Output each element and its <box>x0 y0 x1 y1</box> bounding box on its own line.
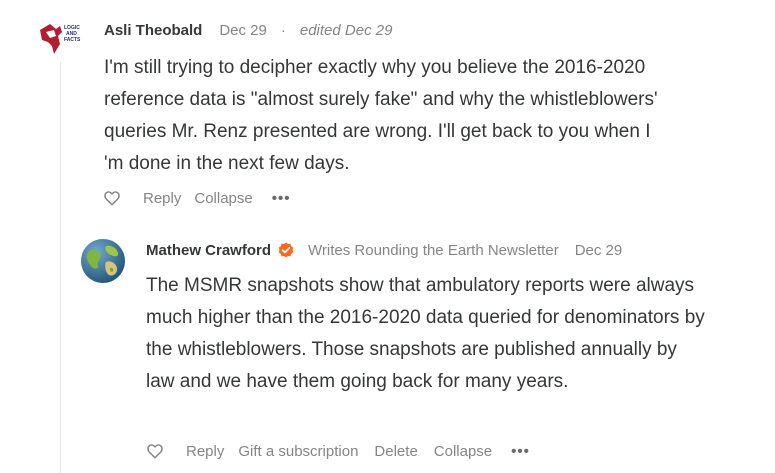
collapse-button[interactable]: Collapse <box>434 443 492 460</box>
more-options-icon[interactable]: ••• <box>272 190 291 207</box>
gift-subscription-button[interactable]: Gift a subscription <box>238 443 358 460</box>
comment-actions: Reply Collapse ••• <box>103 186 291 210</box>
comment-header: Mathew Crawford Writes Rounding the Eart… <box>146 238 622 262</box>
comment-text: The MSMR snapshots show that ambulatory … <box>146 275 705 392</box>
delete-button[interactable]: Delete <box>374 443 417 460</box>
comment-actions: Reply Gift a subscription Delete Collaps… <box>146 439 530 463</box>
comment-date[interactable]: Dec 29 <box>219 22 267 39</box>
collapse-button[interactable]: Collapse <box>194 190 252 207</box>
svg-text:FACTS: FACTS <box>64 37 81 43</box>
publication-subtitle[interactable]: Writes Rounding the Earth Newsletter <box>308 242 559 259</box>
avatar[interactable] <box>80 238 126 284</box>
reply-button[interactable]: Reply <box>143 190 181 207</box>
earth-globe-icon <box>81 239 125 283</box>
edited-label: edited Dec 29 <box>299 21 393 39</box>
like-heart-icon[interactable] <box>103 189 121 207</box>
comment-header: Asli Theobald Dec 29 · edited Dec 29 <box>104 18 392 42</box>
logic-and-facts-logo-icon: LOGIC AND FACTS <box>40 24 81 54</box>
avatar[interactable]: LOGIC AND FACTS <box>38 20 84 58</box>
author-name[interactable]: Asli Theobald <box>104 22 202 39</box>
comment-date[interactable]: Dec 29 <box>575 242 623 259</box>
comment-body: I'm still trying to decipher exactly why… <box>104 52 664 180</box>
meta-separator: · <box>280 21 286 39</box>
comment-body: The MSMR snapshots show that ambulatory … <box>146 270 706 398</box>
more-options-icon[interactable]: ••• <box>511 443 530 460</box>
comment-text: I'm still trying to decipher exactly why… <box>104 57 658 174</box>
verified-badge-icon <box>278 242 294 258</box>
thread-line <box>60 62 61 473</box>
author-name[interactable]: Mathew Crawford <box>146 242 271 259</box>
like-heart-icon[interactable] <box>146 442 164 460</box>
reply-button[interactable]: Reply <box>186 443 224 460</box>
